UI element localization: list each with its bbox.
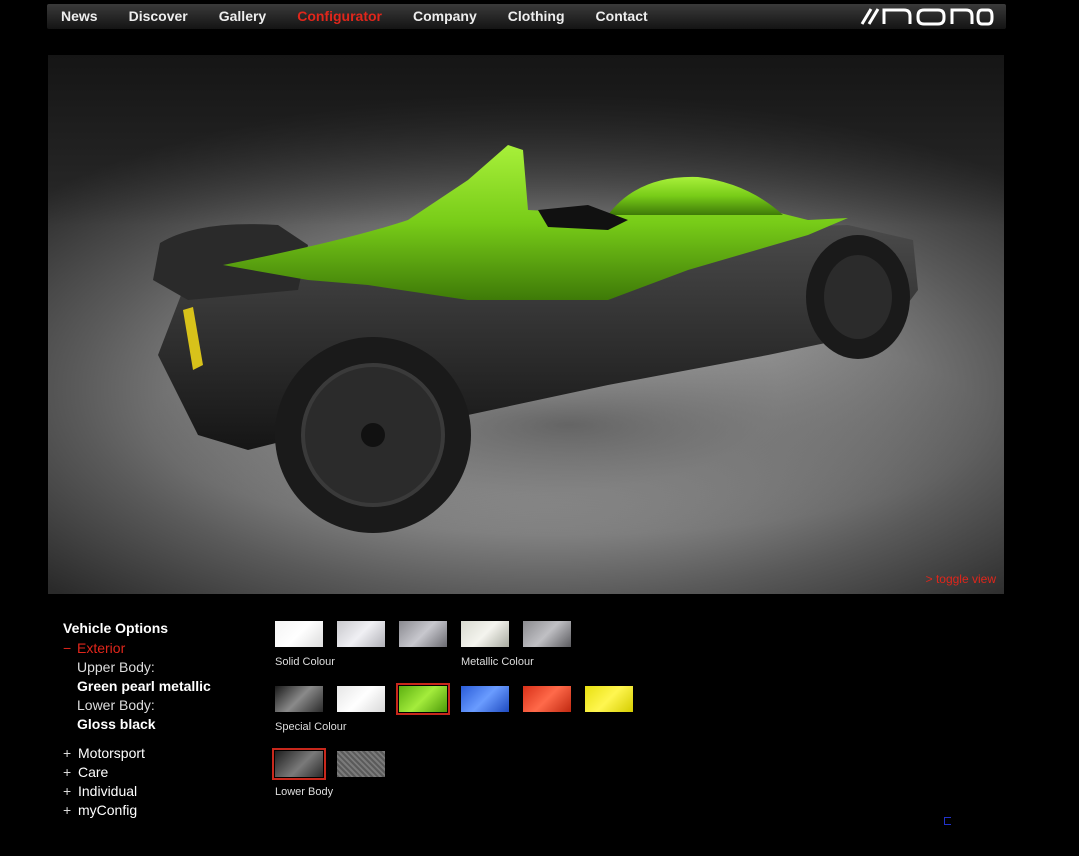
nav-configurator[interactable]: Configurator xyxy=(297,4,382,29)
upper-body-value: Green pearl metallic xyxy=(77,678,211,694)
lower-body-value: Gloss black xyxy=(77,716,156,732)
vehicle-options: Vehicle Options − Exterior Upper Body: Gr… xyxy=(63,620,263,820)
nav-contact[interactable]: Contact xyxy=(596,4,648,29)
top-nav: News Discover Gallery Configurator Compa… xyxy=(47,4,1006,29)
care-label: Care xyxy=(78,764,109,780)
upper-body-label: Upper Body: xyxy=(77,659,155,675)
exterior-label: Exterior xyxy=(77,640,126,656)
plus-icon: + xyxy=(63,783,72,799)
swatch-special-black[interactable] xyxy=(275,686,323,712)
swatch-special-green[interactable] xyxy=(396,683,450,715)
individual-label: Individual xyxy=(78,783,138,799)
plus-icon: + xyxy=(63,764,72,780)
exterior-section[interactable]: − Exterior xyxy=(63,639,263,658)
nav-clothing[interactable]: Clothing xyxy=(508,4,565,29)
swatch-solid-silver[interactable] xyxy=(337,621,385,647)
car-render-image xyxy=(148,145,988,535)
nav-items: News Discover Gallery Configurator Compa… xyxy=(47,4,649,29)
plus-icon: + xyxy=(63,802,72,818)
swatch-solid-white[interactable] xyxy=(275,621,323,647)
swatch-special-white[interactable] xyxy=(337,686,385,712)
toggle-view-link[interactable]: > toggle view xyxy=(926,572,996,586)
swatch-lower-carbon[interactable] xyxy=(337,751,385,777)
nav-company[interactable]: Company xyxy=(413,4,477,29)
nav-discover[interactable]: Discover xyxy=(129,4,188,29)
plus-icon: + xyxy=(63,745,72,761)
myconfig-section[interactable]: + myConfig xyxy=(63,801,263,820)
vehicle-options-title: Vehicle Options xyxy=(63,620,169,636)
swatch-metallic-pearl[interactable] xyxy=(461,621,509,647)
minus-icon: − xyxy=(63,640,72,656)
car-viewer[interactable]: > toggle view xyxy=(48,55,1004,594)
motorsport-section[interactable]: + Motorsport xyxy=(63,744,263,763)
small-link-icon[interactable] xyxy=(944,817,951,825)
motorsport-label: Motorsport xyxy=(78,745,145,761)
myconfig-label: myConfig xyxy=(78,802,138,818)
special-colour-label: Special Colour xyxy=(275,721,347,733)
lower-body-label: Lower Body: xyxy=(77,697,155,713)
nav-gallery[interactable]: Gallery xyxy=(219,4,266,29)
swatch-lower-gloss-black[interactable] xyxy=(272,748,326,780)
swatch-solid-grey[interactable] xyxy=(399,621,447,647)
swatch-special-red[interactable] xyxy=(523,686,571,712)
swatch-special-blue[interactable] xyxy=(461,686,509,712)
metallic-colour-label: Metallic Colour xyxy=(461,656,534,668)
care-section[interactable]: + Care xyxy=(63,763,263,782)
swatch-metallic-grey[interactable] xyxy=(523,621,571,647)
lower-body-group-label: Lower Body xyxy=(275,786,334,798)
swatch-special-yellow[interactable] xyxy=(585,686,633,712)
individual-section[interactable]: + Individual xyxy=(63,782,263,801)
mono-logo-icon[interactable] xyxy=(860,7,994,26)
solid-colour-label: Solid Colour xyxy=(275,656,335,668)
nav-news[interactable]: News xyxy=(61,4,98,29)
